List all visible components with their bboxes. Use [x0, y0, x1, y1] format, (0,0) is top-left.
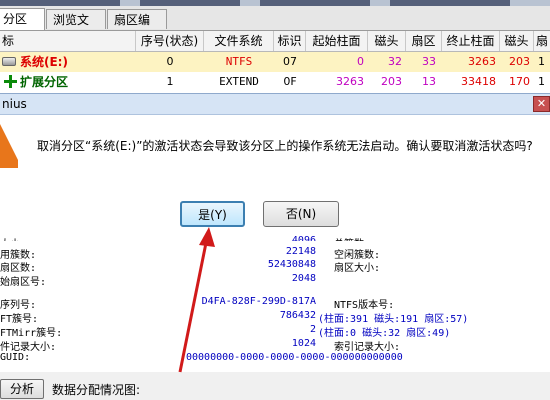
annotation-arrow-line: [178, 237, 209, 373]
annotation-arrow: [178, 227, 215, 373]
annotation-arrow-head: [199, 227, 215, 247]
